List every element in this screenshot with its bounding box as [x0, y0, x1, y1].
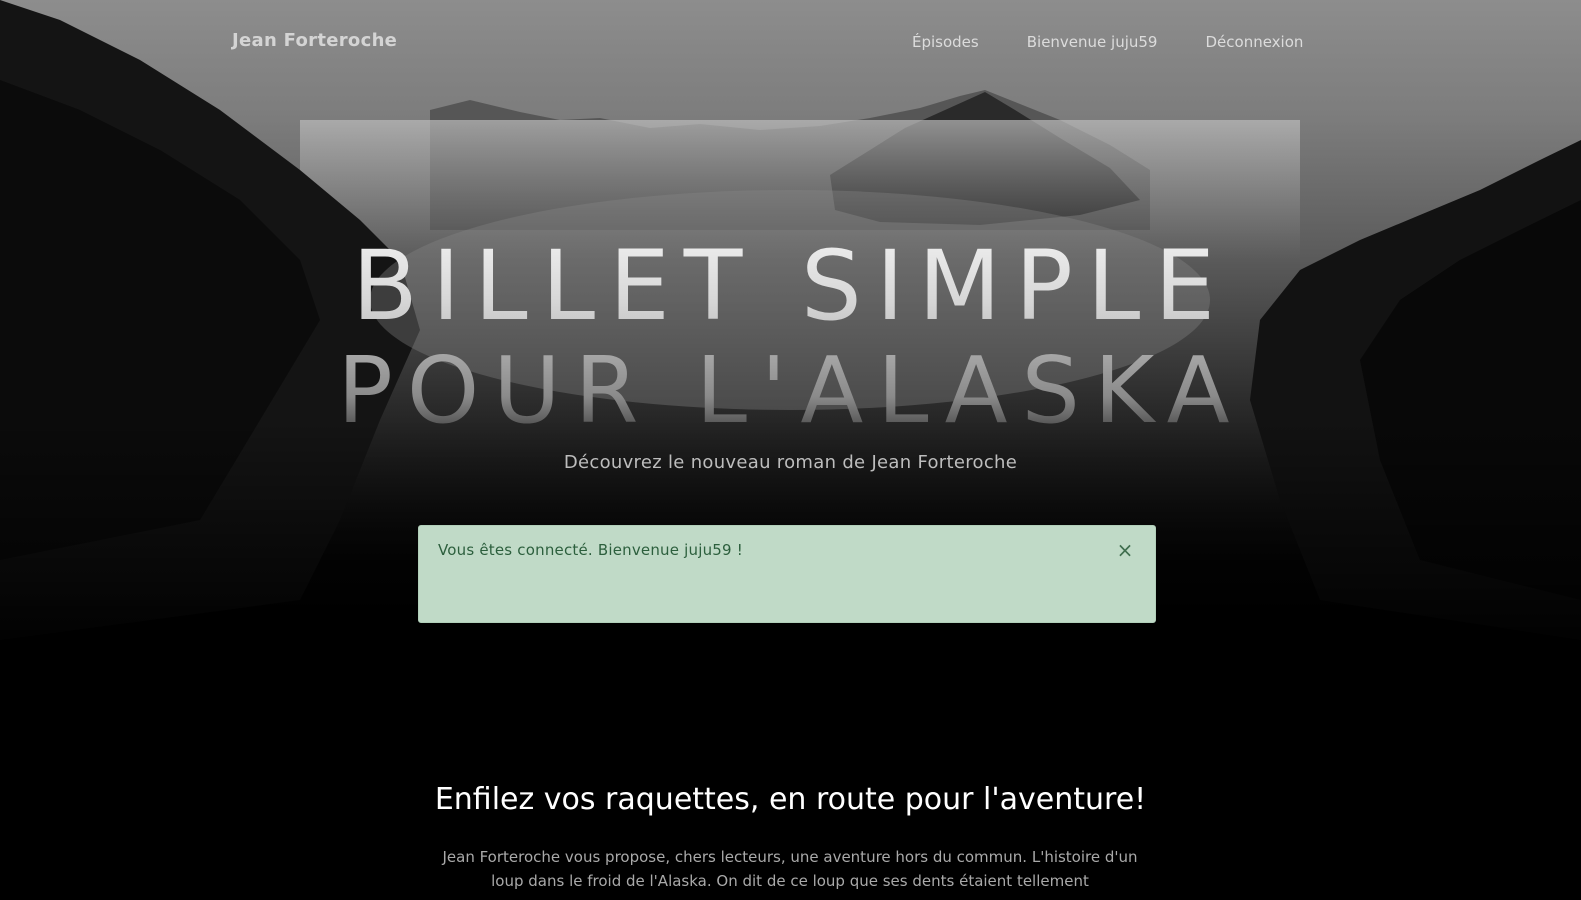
section-intro-text: Jean Forteroche vous propose, chers lect…: [442, 848, 1138, 890]
hero-background: Jean Forteroche Épisodes Bienvenue juju5…: [0, 0, 1581, 900]
alert-message: Vous êtes connecté. Bienvenue juju59 !: [438, 541, 743, 559]
section-heading: Enfilez vos raquettes, en route pour l'a…: [434, 782, 1147, 817]
hero-title-line-1: BILLET SIMPLE: [0, 226, 1581, 346]
close-icon[interactable]: ×: [1115, 538, 1135, 562]
mountain-landscape-image: [0, 0, 1581, 660]
brand-link[interactable]: Jean Forteroche: [232, 30, 397, 51]
nav-link-welcome-user[interactable]: Bienvenue juju59: [1027, 33, 1158, 51]
hero-title-line-2: POUR L'ALASKA: [0, 333, 1581, 449]
login-success-alert: Vous êtes connecté. Bienvenue juju59 ! ×: [418, 525, 1156, 623]
nav-menu: Épisodes Bienvenue juju59 Déconnexion: [912, 33, 1303, 51]
nav-link-episodes[interactable]: Épisodes: [912, 33, 979, 51]
hero-subtitle: Découvrez le nouveau roman de Jean Forte…: [563, 452, 1018, 473]
nav-link-logout[interactable]: Déconnexion: [1205, 33, 1303, 51]
